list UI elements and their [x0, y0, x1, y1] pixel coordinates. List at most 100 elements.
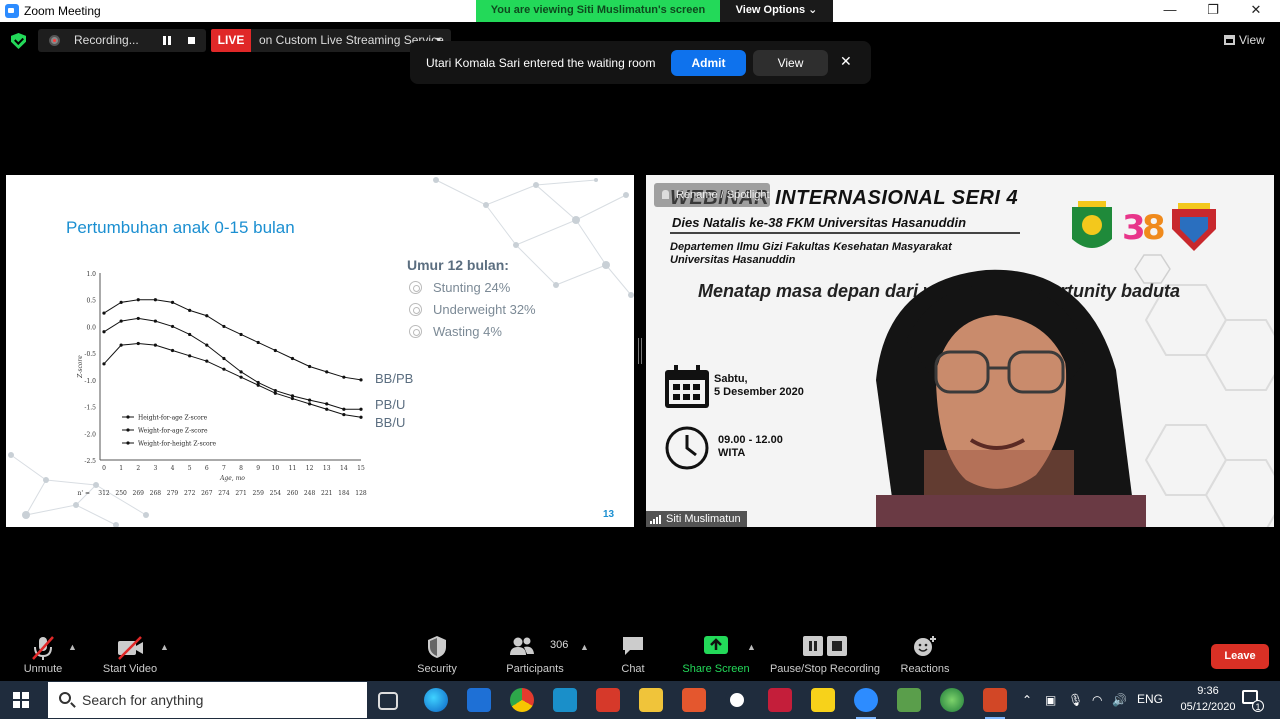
notification-count-badge: 1 — [1252, 700, 1264, 712]
search-placeholder: Search for anything — [82, 692, 204, 708]
mendeley-icon[interactable] — [768, 688, 792, 712]
zoom-app-icon — [5, 4, 19, 18]
n-value-label: 221 — [321, 490, 332, 497]
label-bb-u: BB/U — [375, 415, 406, 430]
data-point — [325, 402, 329, 406]
powerpoint-icon[interactable] — [983, 688, 1007, 719]
x-tick-label: 7 — [222, 465, 226, 472]
n-row-label: n' = — [78, 490, 90, 497]
n-value-label: 279 — [167, 490, 179, 497]
share-screen-icon — [704, 636, 728, 654]
meet-now-icon[interactable]: ▣ — [1045, 693, 1056, 707]
leave-meeting-button[interactable]: Leave — [1211, 644, 1269, 669]
data-point — [342, 407, 346, 411]
participants-caret-icon[interactable]: ▲ — [580, 642, 589, 652]
share-options-caret-icon[interactable]: ▲ — [747, 642, 756, 652]
data-point — [239, 370, 243, 374]
x-tick-label: 2 — [136, 465, 140, 472]
y-axis-label: Z-score — [77, 355, 84, 379]
x-tick-label: 9 — [256, 465, 260, 472]
minimize-button[interactable]: — — [1150, 0, 1190, 22]
game-app-icon[interactable] — [897, 688, 921, 712]
n-value-label: 250 — [115, 490, 127, 497]
event-timezone: WITA — [718, 447, 746, 459]
data-point — [102, 330, 106, 334]
data-point — [290, 394, 295, 398]
remote-desktop-icon[interactable] — [553, 688, 577, 712]
data-point — [239, 375, 243, 379]
y-tick-label: 0.5 — [86, 298, 96, 305]
x-tick-label: 3 — [153, 465, 157, 472]
pause-recording-icon[interactable] — [163, 36, 171, 45]
clock-time[interactable]: 9:36 — [1182, 685, 1234, 697]
legend-marker — [126, 415, 130, 419]
rename-spotlight-menu[interactable]: Rename / Spotlight — [654, 183, 770, 207]
calendar-icon — [665, 365, 709, 408]
video-options-caret-icon[interactable]: ▲ — [160, 642, 169, 652]
series-line — [103, 317, 361, 410]
data-point — [222, 324, 226, 329]
x-tick-label: 15 — [357, 465, 365, 472]
y-tick-label: -0.5 — [84, 351, 96, 358]
sticky-notes-icon[interactable] — [811, 688, 835, 712]
close-notification-icon[interactable]: ✕ — [840, 53, 852, 70]
task-view-icon[interactable] — [378, 692, 398, 710]
zoom-taskbar-icon[interactable] — [854, 688, 878, 719]
live-badge: LIVE — [211, 29, 251, 52]
view-waiting-room-button[interactable]: View — [753, 50, 828, 76]
chrome-browser-icon[interactable] — [510, 688, 534, 712]
split-view-drag-handle[interactable] — [638, 338, 642, 364]
edge-browser-icon[interactable] — [424, 688, 448, 712]
volume-icon[interactable]: 🔊 — [1112, 693, 1127, 707]
books-app-icon[interactable] — [682, 688, 706, 712]
clock-date[interactable]: 05/12/2020 — [1178, 701, 1238, 713]
n-value-label: 271 — [235, 490, 246, 497]
windows-start-icon[interactable] — [13, 692, 29, 708]
x-tick-label: 12 — [306, 465, 314, 472]
bullet-text: Underweight 32% — [433, 302, 536, 317]
y-tick-label: -2.5 — [84, 458, 96, 465]
n-value-label: 268 — [150, 490, 162, 497]
x-axis-label: Age, mo — [219, 475, 245, 482]
data-point — [308, 402, 312, 406]
start-video-label: Start Video — [102, 663, 158, 675]
input-language[interactable]: ENG — [1137, 692, 1163, 706]
data-point — [222, 367, 226, 371]
search-app-icon[interactable] — [725, 688, 749, 712]
zscore-line-chart: 1.00.50.0-0.5-1.0-1.5-2.0-2.50 1 2 3 4 5 6 7 8 9 1… — [77, 271, 367, 497]
data-point — [119, 343, 123, 347]
show-hidden-icons-chevron-icon[interactable]: ⌃ — [1022, 693, 1032, 707]
umur-heading: Umur 12 bulan: — [407, 257, 509, 273]
muted-microphone-icon — [32, 636, 54, 660]
admit-button[interactable]: Admit — [671, 50, 746, 76]
wifi-icon[interactable]: ◠ — [1092, 693, 1102, 707]
department-line-2: Universitas Hasanuddin — [670, 254, 796, 266]
x-tick-label: 8 — [239, 465, 243, 472]
n-value-label: 259 — [252, 490, 264, 497]
data-point — [170, 324, 175, 329]
audio-options-caret-icon[interactable]: ▲ — [68, 642, 77, 652]
mail-icon[interactable] — [467, 688, 491, 712]
stop-recording-icon[interactable] — [188, 37, 195, 44]
x-tick-label: 11 — [289, 465, 297, 472]
data-point — [290, 356, 295, 361]
data-point — [359, 415, 363, 419]
globe-app-icon[interactable] — [940, 688, 964, 712]
department-line-1: Departemen Ilmu Gizi Fakultas Kesehatan … — [670, 241, 952, 253]
data-point — [256, 340, 260, 345]
pdf-reader-icon[interactable] — [596, 688, 620, 712]
view-options-button[interactable]: View Options ⌄ — [720, 0, 833, 22]
microphone-tray-icon[interactable]: 🎙 — [1068, 693, 1083, 707]
close-window-button[interactable]: ✕ — [1236, 0, 1276, 22]
window-title: Zoom Meeting — [24, 4, 101, 18]
file-explorer-icon[interactable] — [639, 688, 663, 712]
pause-stop-recording-label: Pause/Stop Recording — [769, 663, 881, 675]
view-layout-button[interactable]: View — [1224, 33, 1265, 47]
encryption-shield-icon[interactable] — [11, 33, 26, 49]
restore-button[interactable]: ❐ — [1193, 0, 1233, 22]
reactions-label: Reactions — [900, 663, 950, 675]
taskbar-search-box[interactable]: Search for anything — [48, 682, 367, 718]
data-point — [205, 314, 209, 318]
event-day: Sabtu, — [714, 373, 748, 385]
speaker-person — [876, 269, 1146, 527]
